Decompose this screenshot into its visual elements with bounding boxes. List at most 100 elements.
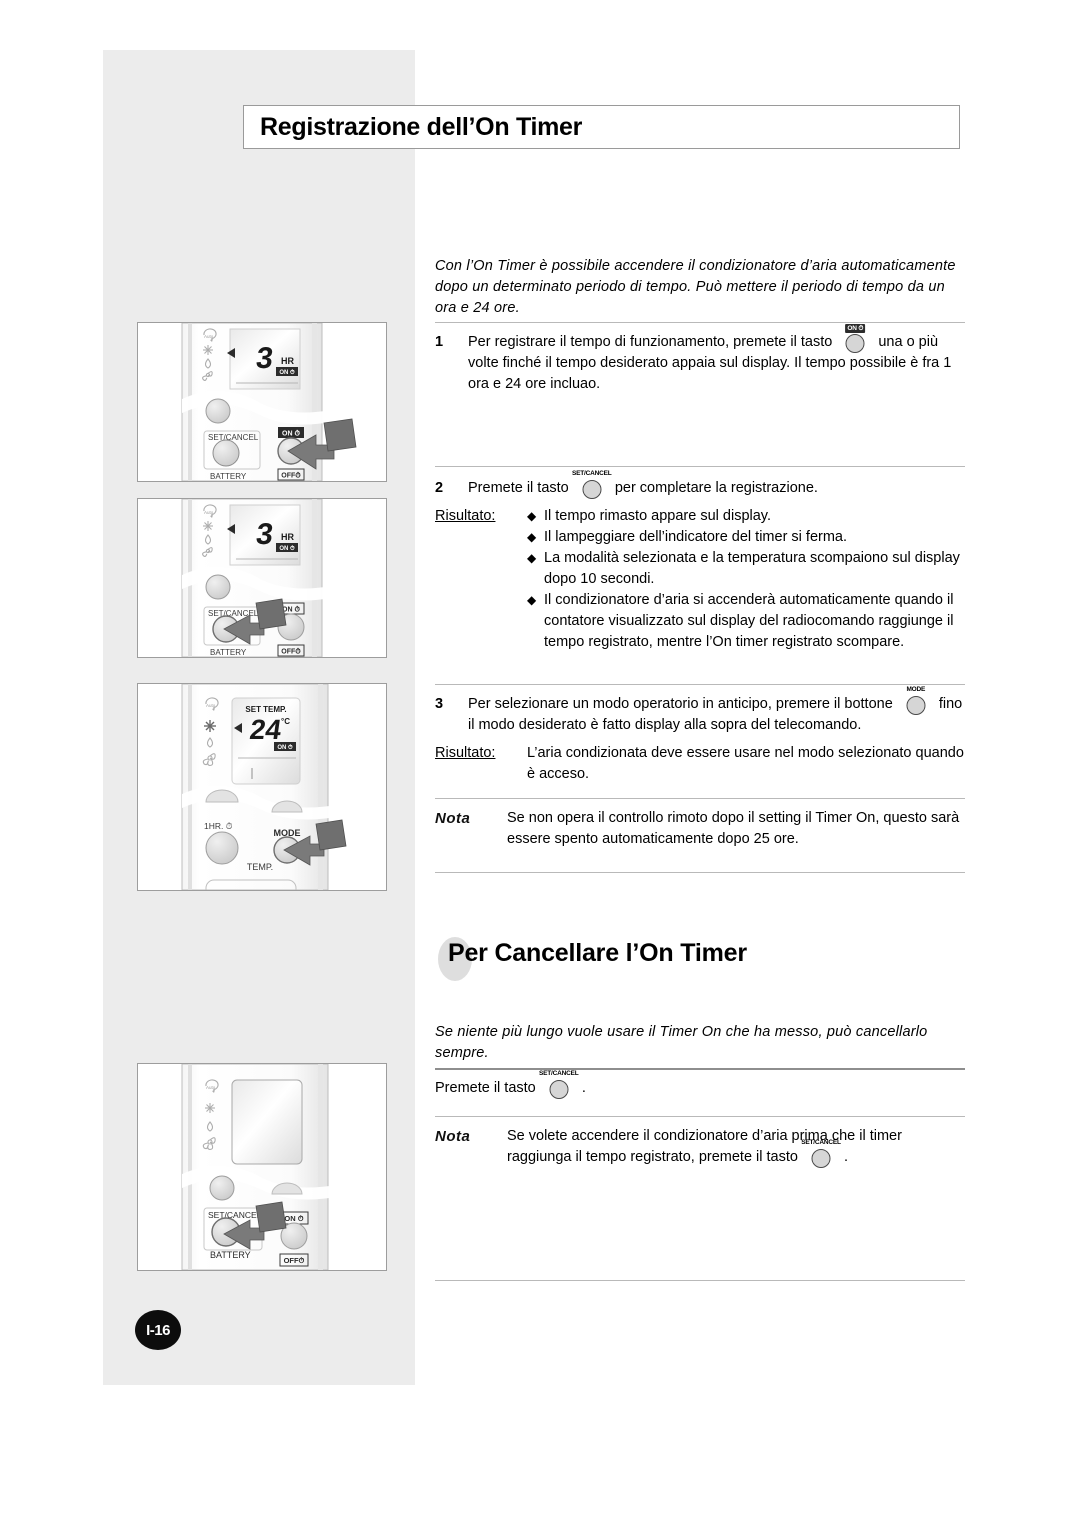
step-3-number: 3 xyxy=(435,696,444,712)
step-2-number: 2 xyxy=(435,480,444,496)
list-item: ◆ Il lampeggiare dell’indicatore del tim… xyxy=(527,527,965,548)
step-3-result-label: Risultato: xyxy=(435,745,496,761)
step-2-bullet-list: ◆ Il tempo rimasto appare sul display. ◆… xyxy=(527,506,965,653)
list-item-text: La modalità selezionata e la temperatura… xyxy=(544,550,960,587)
on-timer-button-icon[interactable]: ON ⏱ xyxy=(838,324,872,353)
list-item: ◆ Il condizionatore d’aria si accenderà … xyxy=(527,590,965,653)
svg-text:BATTERY: BATTERY xyxy=(210,1250,251,1260)
svg-text:ON ⏱: ON ⏱ xyxy=(284,1213,303,1223)
step-1-text-before: Per registrare il tempo di funzionamento… xyxy=(468,334,833,350)
divider-above-nota1 xyxy=(435,798,965,799)
svg-text:SET/CANCEL: SET/CANCEL xyxy=(208,1210,262,1220)
step-2-text-after: per completare la registrazione. xyxy=(614,480,818,496)
svg-text:°C: °C xyxy=(281,717,290,726)
divider-above-step1 xyxy=(435,322,965,323)
remote-diagram-cancel-timer: Auto SET/CANCEL BATTERY ON ⏱ OFF⏱ xyxy=(181,1064,372,1270)
nota-text: Se non opera il controllo rimoto dopo il… xyxy=(507,810,960,847)
set-cancel-button-label: SET/CANCEL xyxy=(572,470,612,477)
set-cancel-button-icon[interactable]: SET/CANCEL xyxy=(801,1139,841,1168)
set-cancel-button-icon[interactable]: SET/CANCEL xyxy=(572,470,612,499)
list-item-text: Il lampeggiare dell’indicatore del timer… xyxy=(544,529,848,545)
divider-below-nota1 xyxy=(435,872,965,873)
button-circle xyxy=(549,1080,569,1099)
button-circle xyxy=(582,480,602,499)
nota-label: Nota xyxy=(435,810,471,827)
svg-text:ON ⏱: ON ⏱ xyxy=(279,545,295,552)
section2-instruction: Premete il tasto SET/CANCEL . xyxy=(435,1070,965,1099)
list-item: ◆ La modalità selezionata e la temperatu… xyxy=(527,548,965,590)
step-3-result: Risultato: L’aria condizionata deve esse… xyxy=(435,743,965,785)
on-timer-button-label: ON ⏱ xyxy=(845,324,866,333)
divider-above-step3 xyxy=(435,684,965,685)
svg-text:ON ⏱: ON ⏱ xyxy=(279,369,295,376)
svg-text:HR: HR xyxy=(281,356,294,366)
set-cancel-button-label: SET/CANCEL xyxy=(801,1139,841,1146)
svg-text:ON ⏱: ON ⏱ xyxy=(277,744,293,751)
svg-text:Auto: Auto xyxy=(206,703,216,708)
diamond-bullet-icon: ◆ xyxy=(527,551,537,565)
list-item-text: Il tempo rimasto appare sul display. xyxy=(544,508,772,524)
svg-text:24: 24 xyxy=(248,714,284,745)
list-item: ◆ Il tempo rimasto appare sul display. xyxy=(527,506,965,527)
step-2-result: Risultato: ◆ Il tempo rimasto appare sul… xyxy=(435,506,965,653)
step-3-result-text: L’aria condizionata deve essere usare ne… xyxy=(527,745,964,782)
mode-button-icon[interactable]: MODE xyxy=(899,686,933,715)
section2-title: Per Cancellare l’On Timer xyxy=(448,939,747,967)
section2-heading: Per Cancellare l’On Timer xyxy=(430,935,970,983)
svg-text:Auto: Auto xyxy=(206,1085,216,1090)
button-circle xyxy=(845,334,865,353)
nota-text-before: Se volete accendere il condizionatore d’… xyxy=(507,1128,902,1165)
illustration-panel-1: 3 HR ON ⏱ Auto SET/CANCEL BATTERY ON ⏱ O… xyxy=(137,322,387,482)
button-circle xyxy=(811,1149,831,1168)
step-1: 1 Per registrare il tempo di funzionamen… xyxy=(435,324,965,395)
section1-intro: Con l’On Timer è possibile accendere il … xyxy=(435,258,956,316)
nota-text-after: . xyxy=(844,1149,849,1165)
illustration-panel-2: 3 HR ON ⏱ Auto SET/CANCEL BATTERY ON ⏱ O… xyxy=(137,498,387,658)
svg-text:BATTERY: BATTERY xyxy=(210,648,247,657)
divider-above-instruction xyxy=(435,1068,965,1070)
remote-diagram-setcancel-press: 3 HR ON ⏱ Auto SET/CANCEL BATTERY ON ⏱ O… xyxy=(181,499,366,657)
step-2-text-before: Premete il tasto xyxy=(468,480,569,496)
svg-text:SET TEMP.: SET TEMP. xyxy=(245,705,286,714)
divider-bottom xyxy=(435,1280,965,1281)
step-2: 2 Premete il tasto SET/CANCEL per comple… xyxy=(435,470,965,653)
document-page: Registrazione dell’On Timer 3 HR ON ⏱ Au… xyxy=(0,0,1080,1525)
svg-text:HR: HR xyxy=(281,532,294,542)
diamond-bullet-icon: ◆ xyxy=(527,593,537,607)
remote-diagram-mode-press: SET TEMP. 24 °C ON ⏱ Auto 1HR. ⏱ MODE TE… xyxy=(181,684,372,890)
nota-block-2: Nota Se volete accendere il condizionato… xyxy=(435,1126,965,1168)
step-2-result-label: Risultato: xyxy=(435,508,496,524)
list-item-text: Il condizionatore d’aria si accenderà au… xyxy=(544,592,954,650)
nota-label: Nota xyxy=(435,1128,471,1145)
page-title-box: Registrazione dell’On Timer xyxy=(243,105,960,149)
svg-text:1HR. ⏱: 1HR. ⏱ xyxy=(204,821,233,831)
svg-text:OFF⏱: OFF⏱ xyxy=(281,472,301,480)
svg-text:SET/CANCEL: SET/CANCEL xyxy=(208,609,259,618)
set-cancel-button-label: SET/CANCEL xyxy=(539,1070,579,1077)
instruction-text-before: Premete il tasto xyxy=(435,1080,536,1096)
set-cancel-button-icon[interactable]: SET/CANCEL xyxy=(539,1070,579,1099)
instruction-text-after: . xyxy=(581,1080,586,1096)
svg-text:BATTERY: BATTERY xyxy=(210,472,247,481)
illustration-panel-3: SET TEMP. 24 °C ON ⏱ Auto 1HR. ⏱ MODE TE… xyxy=(137,683,387,891)
page-title: Registrazione dell’On Timer xyxy=(260,112,583,141)
svg-text:TEMP.: TEMP. xyxy=(247,862,273,872)
step-3: 3 Per selezionare un modo operatorio in … xyxy=(435,686,965,785)
diamond-bullet-icon: ◆ xyxy=(527,509,537,523)
step-3-text-before: Per selezionare un modo operatorio in an… xyxy=(468,696,893,712)
nota-block-1: Nota Se non opera il controllo rimoto do… xyxy=(435,808,965,850)
remote-diagram-on-press: 3 HR ON ⏱ Auto SET/CANCEL BATTERY ON ⏱ O… xyxy=(181,323,366,481)
svg-text:Auto: Auto xyxy=(204,510,214,515)
svg-text:OFF⏱: OFF⏱ xyxy=(281,648,301,656)
divider-above-step2 xyxy=(435,466,965,467)
svg-text:ON ⏱: ON ⏱ xyxy=(282,606,300,614)
svg-text:ON ⏱: ON ⏱ xyxy=(282,430,300,438)
illustration-panel-4: Auto SET/CANCEL BATTERY ON ⏱ OFF⏱ xyxy=(137,1063,387,1271)
section2-intro: Se niente più lungo vuole usare il Timer… xyxy=(435,1024,928,1061)
button-circle xyxy=(906,696,926,715)
svg-text:SET/CANCEL: SET/CANCEL xyxy=(208,433,259,442)
diamond-bullet-icon: ◆ xyxy=(527,530,537,544)
svg-text:OFF⏱: OFF⏱ xyxy=(284,1255,305,1265)
section1-intro-block: Con l’On Timer è possibile accendere il … xyxy=(435,256,965,319)
mode-button-label: MODE xyxy=(906,686,926,693)
